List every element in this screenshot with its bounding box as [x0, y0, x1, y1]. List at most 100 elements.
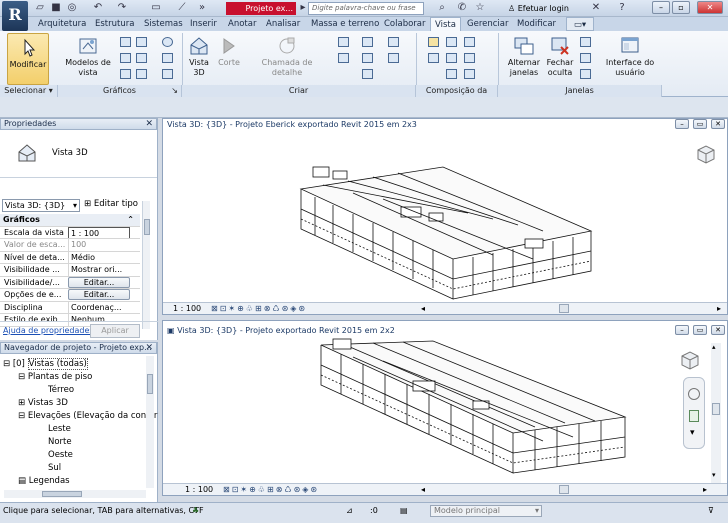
- search-input[interactable]: Digite palavra-chave ou frase: [308, 2, 424, 15]
- schedules-icon[interactable]: [388, 53, 399, 63]
- sync-icon[interactable]: ◎: [66, 2, 78, 14]
- scrollbar-thumb[interactable]: [42, 491, 82, 497]
- tab-analisar[interactable]: Analisar: [266, 17, 300, 31]
- matchline-icon[interactable]: [464, 53, 475, 63]
- replicate-icon[interactable]: [580, 37, 591, 47]
- viewports-icon[interactable]: [464, 69, 475, 79]
- view-controls-icons[interactable]: ⊠⊡✶⊕♧⊞⊗♺⊛◈⊛: [211, 303, 307, 314]
- tab-arquitetura[interactable]: Arquitetura: [38, 17, 86, 31]
- guide-grid-icon[interactable]: [446, 53, 457, 63]
- collapse-icon[interactable]: ⊟: [18, 372, 25, 382]
- render-cloud-icon[interactable]: [162, 53, 173, 63]
- design-options-icon[interactable]: ▤: [400, 504, 408, 518]
- scroll-up-icon[interactable]: ▴: [712, 343, 716, 351]
- modelos-de-vista-button[interactable]: Modelos de vista: [62, 35, 114, 83]
- edit-button[interactable]: Editar...: [68, 289, 130, 300]
- property-value[interactable]: Médio: [68, 251, 130, 264]
- fechar-oculta-button[interactable]: Fechar oculta: [544, 35, 576, 83]
- more-tools-icon[interactable]: »: [196, 2, 208, 14]
- scrollbar-thumb[interactable]: [147, 374, 153, 394]
- worksharing-icon[interactable]: ♣: [192, 504, 199, 518]
- scroll-down-icon[interactable]: ▾: [712, 471, 716, 479]
- scroll-left-icon[interactable]: ◂: [421, 303, 425, 314]
- graficos-launcher-icon[interactable]: ↘: [171, 85, 178, 97]
- view-close-button[interactable]: ✕: [711, 325, 725, 335]
- measure-icon[interactable]: ⟋: [176, 2, 188, 14]
- plan-view-icon[interactable]: [338, 37, 349, 47]
- collapse-icon[interactable]: ⊟: [3, 359, 10, 369]
- save-icon[interactable]: ■: [50, 2, 62, 14]
- scrollbar-thumb[interactable]: [144, 219, 150, 235]
- tab-massa-e-terreno[interactable]: Massa e terreno: [311, 17, 379, 31]
- viewcube-icon[interactable]: [677, 347, 703, 373]
- tree-item-terreo[interactable]: Térreo: [48, 384, 74, 397]
- elevation-icon[interactable]: [362, 37, 373, 47]
- exchange-icon[interactable]: ✕: [590, 2, 602, 14]
- group-selecionar[interactable]: Selecionar ▾: [0, 85, 58, 97]
- tree-item-vistas-todas[interactable]: ⊟ [0] Vistas (todas): [3, 358, 88, 371]
- browser-horizontal-scrollbar[interactable]: [4, 490, 146, 498]
- group-graficos[interactable]: Gráficos ↘: [58, 85, 182, 97]
- application-menu-button[interactable]: R: [2, 1, 28, 31]
- viewcube-icon[interactable]: [693, 141, 719, 167]
- cascade-icon[interactable]: [580, 53, 591, 63]
- close-icon[interactable]: ✕: [145, 343, 153, 353]
- nav-menu-icon[interactable]: ▾: [690, 428, 695, 438]
- horizontal-scrollbar-thumb[interactable]: [559, 304, 569, 313]
- section-graficos[interactable]: Gráficos ⌃: [0, 214, 140, 227]
- question-icon[interactable]: ?: [616, 2, 628, 14]
- view-window-top[interactable]: Vista 3D: {3D} - Projeto Eberick exporta…: [162, 118, 728, 315]
- scroll-right-icon[interactable]: ▸: [717, 303, 721, 314]
- tree-item-legendas[interactable]: ▤ Legendas: [18, 475, 70, 488]
- tab-anotar[interactable]: Anotar: [228, 17, 256, 31]
- instance-selector[interactable]: Vista 3D: {3D} ▾: [2, 199, 80, 212]
- navigation-bar[interactable]: ▾: [683, 377, 705, 449]
- tree-item-norte[interactable]: Norte: [48, 436, 72, 449]
- zoom-icon[interactable]: [689, 410, 699, 422]
- maximize-button[interactable]: ▫: [672, 1, 690, 14]
- modificar-button[interactable]: Modificar: [7, 33, 49, 85]
- edit-type-button[interactable]: ⊞ Editar tipo: [84, 199, 138, 209]
- view-reference-icon[interactable]: [446, 69, 457, 79]
- view-close-button[interactable]: ✕: [711, 119, 725, 129]
- close-icon[interactable]: ✕: [145, 119, 153, 129]
- tab-colaborar[interactable]: Colaborar: [384, 17, 426, 31]
- property-row[interactable]: Nível de deta... Médio: [0, 251, 140, 264]
- tree-item-plantas-de-piso[interactable]: ⊟ Plantas de piso: [18, 371, 92, 384]
- property-value[interactable]: Mostrar ori...: [68, 264, 130, 276]
- view-minimize-button[interactable]: –: [675, 325, 689, 335]
- filter-icon[interactable]: ⊽: [708, 504, 714, 518]
- print-icon[interactable]: ▭: [150, 2, 162, 14]
- property-value[interactable]: Coordenaç...: [68, 301, 130, 314]
- tile-icon[interactable]: [580, 69, 591, 79]
- model-selector[interactable]: Modelo principal ▾: [430, 505, 542, 517]
- duplicate-view-icon[interactable]: [338, 53, 349, 63]
- scroll-left-icon[interactable]: ◂: [421, 484, 425, 495]
- view-window-bottom[interactable]: ▣ Vista 3D: {3D} - Projeto exportado Rev…: [162, 320, 728, 496]
- property-value[interactable]: 1 : 100: [68, 226, 130, 239]
- group-criar[interactable]: Criar: [182, 85, 416, 97]
- tree-item-leste[interactable]: Leste: [48, 423, 71, 436]
- scope-box-icon[interactable]: [362, 69, 373, 79]
- tab-sistemas[interactable]: Sistemas: [144, 17, 183, 31]
- tab-vista[interactable]: Vista: [430, 17, 461, 31]
- redo-icon[interactable]: ↷: [116, 2, 128, 14]
- horizontal-scrollbar-thumb[interactable]: [559, 485, 569, 494]
- render-icon[interactable]: [136, 69, 147, 79]
- vista-3d-button[interactable]: Vista 3D: [184, 35, 214, 83]
- group-composicao-da-folha[interactable]: Composição da folha: [416, 85, 498, 107]
- render-gallery-icon[interactable]: [162, 37, 173, 47]
- scroll-right-icon[interactable]: ▸: [703, 484, 707, 495]
- tab-estrutura[interactable]: Estrutura: [95, 17, 134, 31]
- cut-profile-icon[interactable]: [120, 69, 131, 79]
- expand-icon[interactable]: ⊞: [18, 398, 25, 408]
- view-scale[interactable]: 1 : 100: [185, 484, 213, 495]
- tree-item-sul[interactable]: Sul: [48, 462, 61, 475]
- communication-icon[interactable]: ✆: [456, 2, 468, 14]
- undo-icon[interactable]: ↶: [92, 2, 104, 14]
- ribbon-options-toggle[interactable]: ▭▾: [566, 17, 594, 31]
- view-scale[interactable]: 1 : 100: [173, 303, 201, 314]
- property-row[interactable]: Escala da vista 1 : 100: [0, 226, 140, 239]
- star-icon[interactable]: ☆: [474, 2, 486, 14]
- tree-item-vistas-3d[interactable]: ⊞ Vistas 3D: [18, 397, 68, 410]
